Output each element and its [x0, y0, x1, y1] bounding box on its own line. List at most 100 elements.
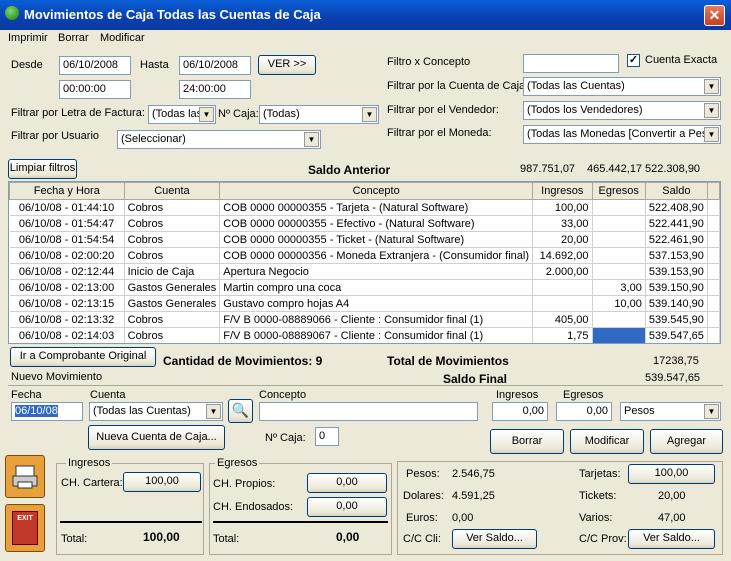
concepto-input[interactable] — [259, 402, 478, 421]
table-cell — [592, 231, 646, 248]
caja-select[interactable]: (Todas) ▼ — [259, 105, 379, 124]
column-header[interactable]: Fecha y Hora — [9, 182, 125, 200]
table-cell: 06/10/08 - 01:44:10 — [9, 199, 125, 216]
chevron-down-icon[interactable]: ▼ — [704, 103, 719, 118]
ver-button[interactable]: VER >> — [258, 55, 316, 75]
cc-cli-label: C/C Cli: — [403, 533, 441, 545]
table-cell: Gustavo compro hojas A4 — [219, 295, 533, 312]
concepto-filter-input[interactable] — [523, 54, 619, 73]
moneda-select[interactable]: (Todas las Monedas [Convertir a Peso ▼ — [523, 125, 721, 144]
saldo-final-label: Saldo Final — [443, 372, 508, 386]
chevron-down-icon[interactable]: ▼ — [199, 107, 214, 122]
tarjetas-value[interactable]: 100,00 — [628, 464, 715, 484]
table-row[interactable]: 06/10/08 - 02:13:15 Gastos Generales Gusta… — [9, 295, 720, 312]
movimientos-table[interactable]: Fecha y Hora Cuenta Concepto Ingresos Egreso… — [8, 181, 721, 344]
column-header[interactable]: Cuenta — [123, 182, 221, 200]
table-row[interactable]: 06/10/08 - 02:14:03 Cobros F/V B 0000-0888… — [9, 327, 720, 343]
hasta-date-input[interactable]: 06/10/2008 — [179, 56, 251, 75]
egresos-input[interactable]: 0,00 — [556, 402, 612, 421]
table-cell-spacer — [707, 247, 720, 264]
table-cell: 06/10/08 - 01:54:47 — [9, 215, 125, 232]
close-button[interactable]: ✕ — [704, 5, 725, 26]
modificar-button[interactable]: Modificar — [570, 429, 644, 454]
print-button[interactable] — [5, 455, 45, 498]
table-cell: 06/10/08 - 02:13:32 — [9, 311, 125, 328]
column-header[interactable]: Concepto — [219, 182, 533, 200]
chevron-down-icon[interactable]: ▼ — [304, 132, 319, 147]
table-cell: F/V B 0000-08889067 - Cliente : Consumid… — [219, 327, 533, 343]
egresos-label: Egresos — [563, 389, 604, 401]
table-cell: F/V B 0000-08889066 - Cliente : Consumid… — [219, 311, 533, 328]
chevron-down-icon[interactable]: ▼ — [704, 127, 719, 142]
menu-borrar[interactable]: Borrar — [58, 32, 89, 44]
hasta-time-input[interactable]: 24:00:00 — [179, 80, 251, 99]
table-cell-spacer — [707, 279, 720, 296]
vendedor-select[interactable]: (Todos los Vendedores) ▼ — [523, 101, 721, 120]
nuevo-caja-label: Nº Caja: — [265, 432, 306, 444]
ingresos-panel-title: Ingresos — [66, 457, 113, 469]
cuenta-caja-select[interactable]: (Todas las Cuentas) ▼ — [523, 77, 721, 96]
endosados-value[interactable]: 0,00 — [307, 497, 387, 517]
table-row[interactable]: 06/10/08 - 02:00:20 Cobros COB 0000 000003… — [9, 247, 720, 264]
nueva-cuenta-button[interactable]: Nueva Cuenta de Caja... — [88, 425, 225, 450]
exit-button[interactable]: EXIT — [5, 504, 45, 552]
table-cell — [592, 215, 646, 232]
search-button[interactable]: 🔍 — [228, 399, 253, 423]
table-row[interactable]: 06/10/08 - 02:13:32 Cobros F/V B 0000-0888… — [9, 311, 720, 328]
total-movimientos-label: Total de Movimientos — [387, 354, 509, 368]
table-cell: Gastos Generales — [124, 295, 221, 312]
ver-saldo-cli-button[interactable]: Ver Saldo... — [452, 529, 537, 549]
table-cell: 14.692,00 — [532, 247, 593, 264]
agregar-button[interactable]: Agregar — [650, 429, 723, 454]
moneda-filter-label: Filtrar por el Moneda: — [387, 127, 492, 139]
column-header[interactable]: Ingresos — [532, 182, 593, 200]
moneda-value: (Todas las Monedas [Convertir a Peso — [527, 128, 714, 140]
moneda-nuevo-select[interactable]: Pesos ▼ — [620, 402, 721, 421]
limpiar-filtros-button[interactable]: Limpiar filtros — [8, 159, 77, 179]
column-header-spacer — [706, 182, 720, 200]
table-row[interactable]: 06/10/08 - 02:13:00 Gastos Generales Marti… — [9, 279, 720, 296]
saldo-anterior-saldo: 522.308,90 — [645, 163, 701, 175]
ir-comprobante-button[interactable]: Ir a Comprobante Original — [10, 347, 156, 367]
column-header[interactable]: Saldo — [644, 182, 708, 200]
table-cell: COB 0000 00000355 - Ticket - (Natural So… — [219, 231, 533, 248]
table-row[interactable]: 06/10/08 - 02:12:44 Inicio de Caja Apertur… — [9, 263, 720, 280]
table-cell: 20,00 — [532, 231, 593, 248]
borrar-button[interactable]: Borrar — [490, 429, 564, 454]
chevron-down-icon[interactable]: ▼ — [362, 107, 377, 122]
table-header: Fecha y Hora Cuenta Concepto Ingresos Egreso… — [9, 182, 720, 200]
cuenta-select[interactable]: (Todas las Cuentas) ▼ — [89, 402, 223, 421]
pesos-label: Pesos: — [406, 468, 440, 480]
desde-date-input[interactable]: 06/10/2008 — [59, 56, 131, 75]
desde-time-input[interactable]: 00:00:00 — [59, 80, 131, 99]
ver-saldo-prov-button[interactable]: Ver Saldo... — [628, 529, 715, 549]
letra-factura-select[interactable]: (Todas las ▼ — [148, 105, 216, 124]
chevron-down-icon[interactable]: ▼ — [704, 404, 719, 419]
ingresos-input[interactable]: 0,00 — [492, 402, 548, 421]
vendedor-value: (Todos los Vendedores) — [527, 104, 643, 116]
table-row[interactable]: 06/10/08 - 01:54:54 Cobros COB 0000 000003… — [9, 231, 720, 248]
chevron-down-icon[interactable]: ▼ — [206, 404, 221, 419]
cartera-value[interactable]: 100,00 — [123, 472, 201, 492]
menu-modificar[interactable]: Modificar — [100, 32, 145, 44]
nuevo-caja-input[interactable]: 0 — [315, 427, 339, 446]
table-cell: 537.153,90 — [645, 247, 708, 264]
chevron-down-icon[interactable]: ▼ — [704, 79, 719, 94]
usuario-value: (Seleccionar) — [121, 133, 186, 145]
menu-imprimir[interactable]: Imprimir — [8, 32, 48, 44]
tickets-value: 20,00 — [658, 490, 686, 502]
table-cell: 405,00 — [532, 311, 593, 328]
table-cell: 06/10/08 - 01:54:54 — [9, 231, 125, 248]
propios-value[interactable]: 0,00 — [307, 473, 387, 493]
table-cell — [592, 199, 646, 216]
fecha-label: Fecha — [11, 389, 42, 401]
hasta-label: Hasta — [140, 59, 169, 71]
table-cell: 539.153,90 — [645, 263, 708, 280]
table-cell: Martin compro una coca — [219, 279, 533, 296]
cuenta-exacta-checkbox[interactable]: ✓ — [627, 54, 640, 67]
fecha-input[interactable]: 06/10/08 — [11, 402, 83, 421]
table-row[interactable]: 06/10/08 - 01:54:47 Cobros COB 0000 000003… — [9, 215, 720, 232]
usuario-select[interactable]: (Seleccionar) ▼ — [117, 130, 321, 149]
table-row[interactable]: 06/10/08 - 01:44:10 Cobros COB 0000 000003… — [9, 199, 720, 216]
column-header[interactable]: Egresos — [591, 182, 646, 200]
